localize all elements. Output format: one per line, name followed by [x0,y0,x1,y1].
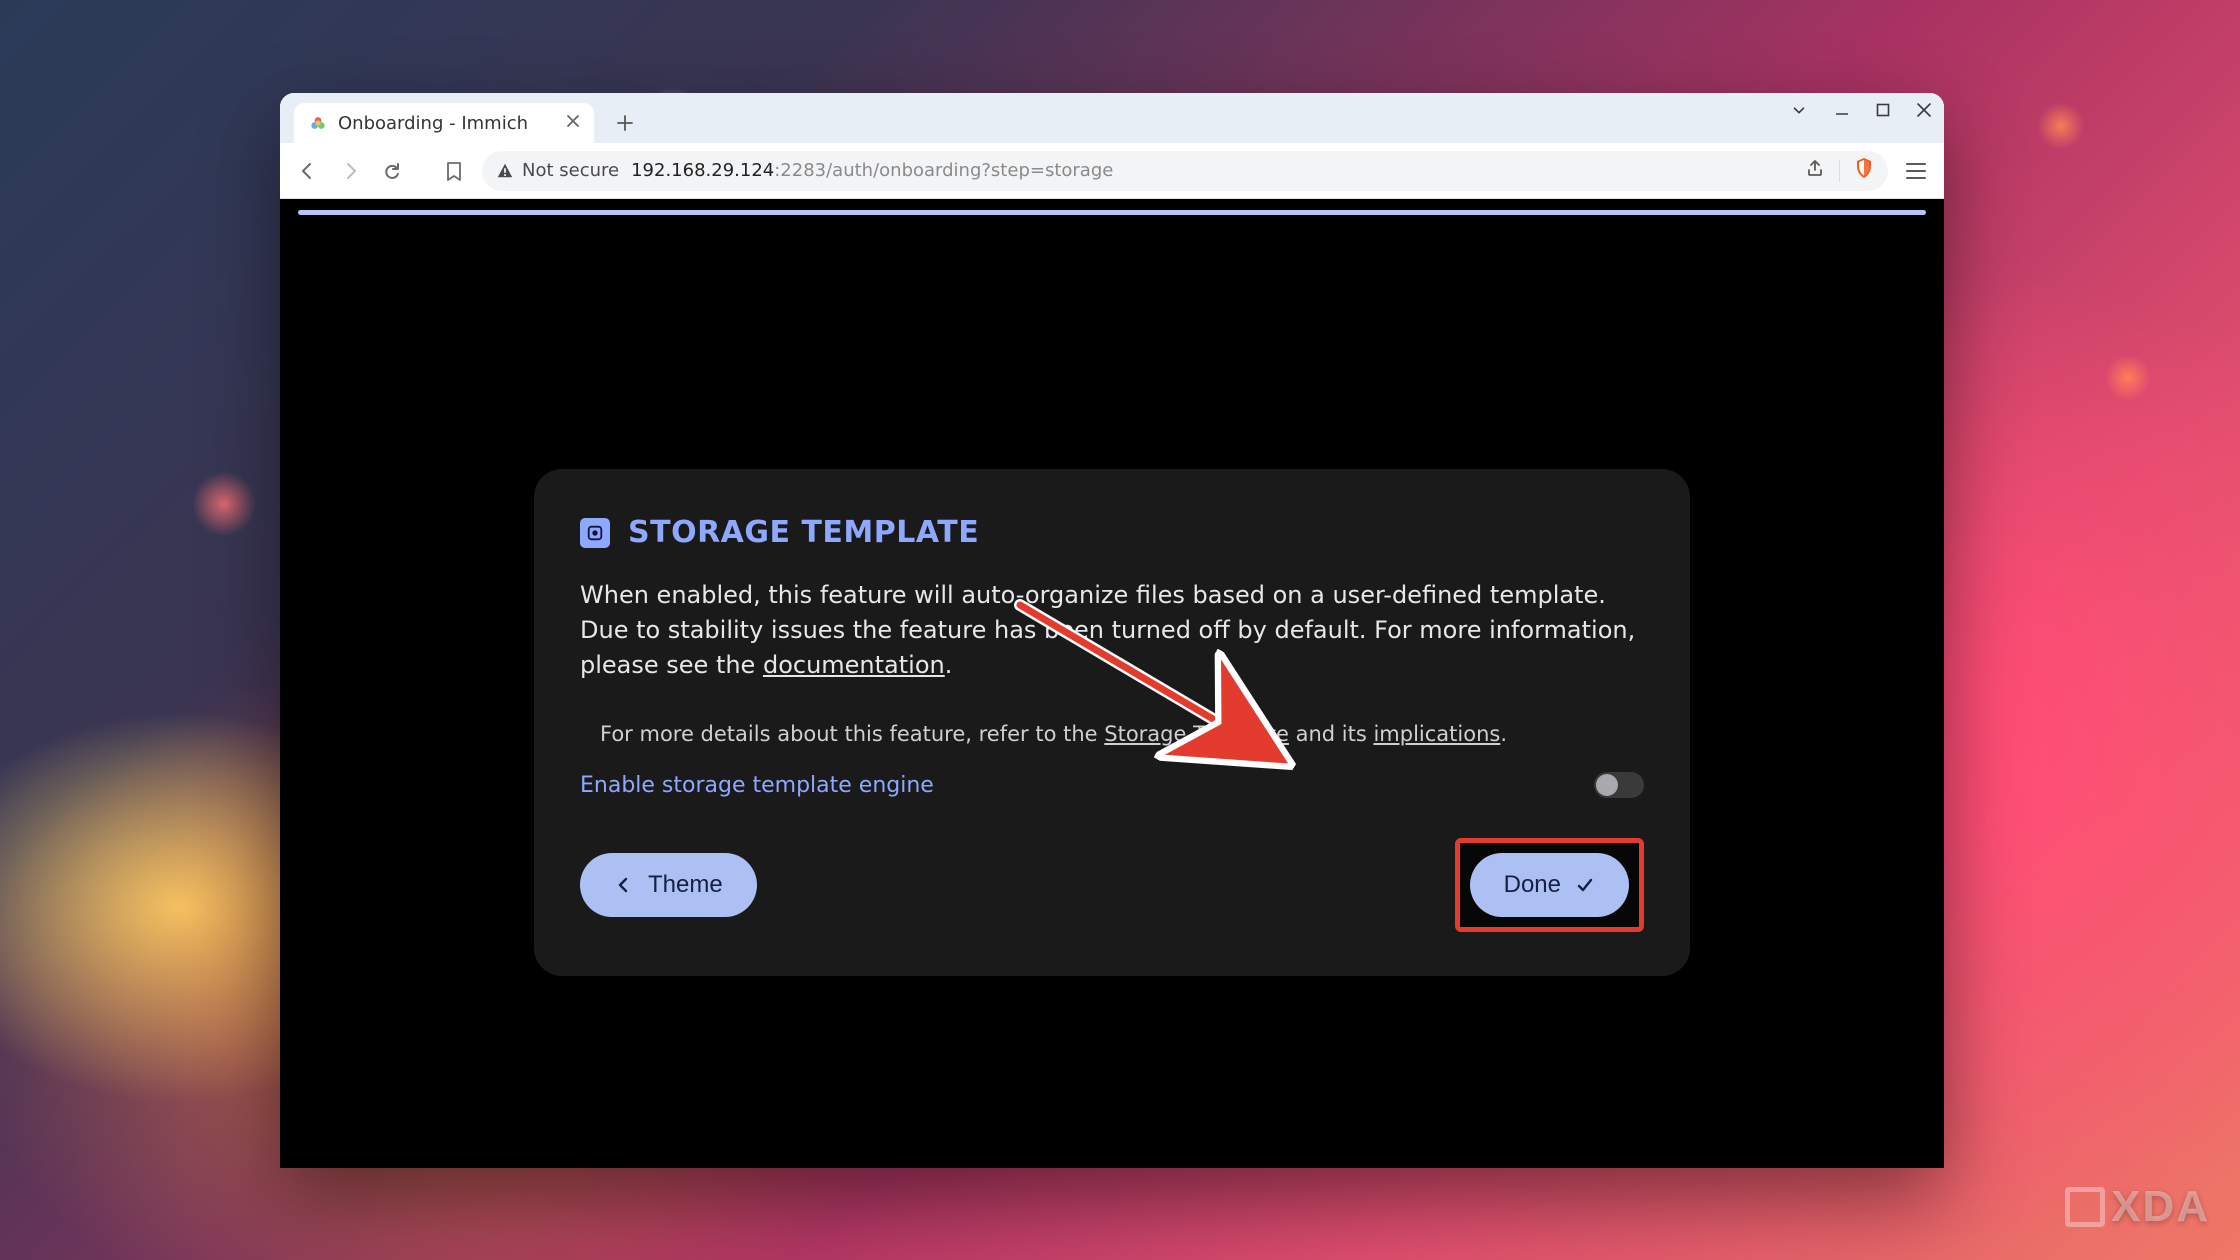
card-title: STORAGE TEMPLATE [580,515,1644,550]
hamburger-menu-icon[interactable] [1902,157,1930,185]
card-subdescription: For more details about this feature, ref… [580,722,1644,746]
tab-title: Onboarding - Immich [338,113,528,134]
card-description: When enabled, this feature will auto-org… [580,578,1644,682]
implications-link[interactable]: implications [1373,722,1500,746]
bookmark-icon[interactable] [440,157,468,185]
browser-tab[interactable]: Onboarding - Immich [294,103,594,143]
new-tab-button[interactable] [608,106,642,140]
browser-toolbar: Not secure 192.168.29.124:2283/auth/onbo… [280,143,1944,199]
nav-reload-icon[interactable] [378,157,406,185]
nav-back-icon[interactable] [294,157,322,185]
address-bar[interactable]: Not secure 192.168.29.124:2283/auth/onbo… [482,151,1888,191]
window-maximize-icon[interactable] [1876,103,1890,117]
window-controls [1790,101,1932,119]
annotation-highlight: Done [1455,838,1644,932]
card-actions: Theme Done [580,838,1644,932]
page-viewport: STORAGE TEMPLATE When enabled, this feat… [280,199,1944,1168]
documentation-link[interactable]: documentation [763,651,945,679]
tab-search-icon[interactable] [1790,101,1808,119]
check-icon [1575,875,1595,895]
tab-strip: Onboarding - Immich [280,93,1944,143]
storage-template-link[interactable]: Storage Template [1104,722,1289,746]
theme-button[interactable]: Theme [580,853,757,917]
tab-favicon [308,113,328,133]
url-text: 192.168.29.124:2283/auth/onboarding?step… [631,160,1113,181]
tab-close-icon[interactable] [566,114,580,132]
done-button[interactable]: Done [1470,853,1629,917]
storage-template-toggle[interactable] [1594,772,1644,798]
storage-template-card: STORAGE TEMPLATE When enabled, this feat… [534,469,1690,976]
nav-forward-icon [336,157,364,185]
window-minimize-icon[interactable] [1834,102,1850,118]
security-indicator[interactable]: Not secure [496,160,619,181]
browser-window: Onboarding - Immich [280,93,1944,1168]
security-label: Not secure [522,160,619,181]
window-close-icon[interactable] [1916,102,1932,118]
toggle-knob [1596,774,1618,796]
done-button-label: Done [1504,871,1561,899]
brave-shields-icon[interactable] [1854,157,1874,184]
watermark: XDA [2065,1182,2210,1232]
toggle-label: Enable storage template engine [580,773,934,798]
theme-button-label: Theme [648,871,723,899]
toggle-row: Enable storage template engine [580,772,1644,798]
arrow-left-icon [614,875,634,895]
storage-icon [580,518,610,548]
share-icon[interactable] [1805,158,1825,183]
onboarding-progress-bar [298,210,1926,215]
